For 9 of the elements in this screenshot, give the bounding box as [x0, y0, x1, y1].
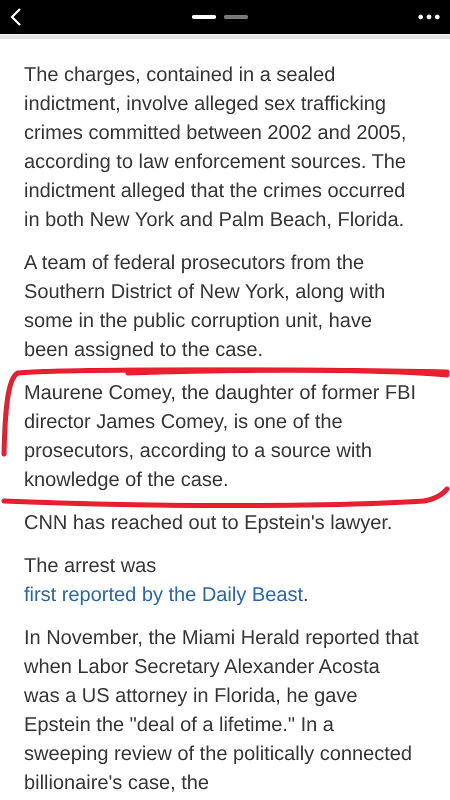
back-icon[interactable] [10, 7, 22, 27]
paragraph: A team of federal prosecutors from the Southern District of New York, along with some in the public corruption unit, have been assigned to the case. [24, 251, 386, 363]
paragraph: CNN has reached out to Epstein's lawyer. [24, 511, 394, 536]
paragraph: In November, the Miami Herald reported that when Labor Secretary Alexander Acosta was a US attorney in Florida, he gave Epstein the "deal of a lifetime." In a sweeping review of the politically connected billionaire's case, the [24, 626, 419, 796]
article-link[interactable]: first reported by the Daily Beast [24, 584, 304, 606]
paragraph: Maurene Comey, the daughter of former FBI director James Comey, is one of the prosecutors, according to a source with knowledge of the case. [24, 381, 418, 493]
paragraph: The arrest was first reported by the Daily Beast. [24, 554, 310, 608]
paragraph: The charges, contained in a sealed indictment, involve alleged sex trafficking crimes committed between 2002 and 2005, according to law enforcement sources. The indictment alleged that the crimes occurred in both New York and Palm Beach, Florida. [24, 63, 408, 233]
more-icon[interactable] [418, 14, 440, 20]
